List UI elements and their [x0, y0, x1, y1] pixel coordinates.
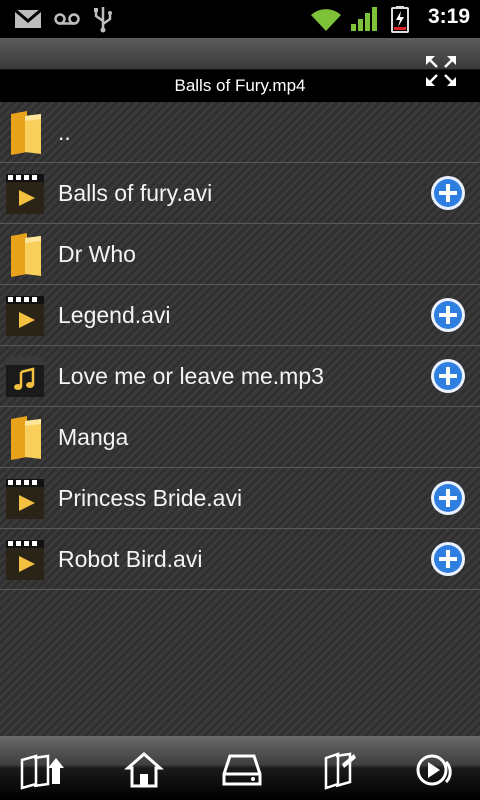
- audio-file-icon: [6, 357, 44, 397]
- folder-icon: [11, 111, 41, 155]
- home-icon[interactable]: [118, 750, 170, 790]
- signal-icon: [351, 7, 377, 31]
- add-to-playlist-icon[interactable]: [430, 297, 466, 333]
- list-item[interactable]: Robot Bird.avi: [0, 529, 480, 590]
- video-file-icon: [6, 296, 44, 336]
- video-file-icon: [6, 479, 44, 519]
- add-to-playlist-icon[interactable]: [430, 541, 466, 577]
- file-name: Robot Bird.avi: [58, 546, 203, 572]
- list-item[interactable]: Princess Bride.avi: [0, 468, 480, 529]
- file-name: Legend.avi: [58, 302, 171, 328]
- file-name: Manga: [58, 424, 129, 450]
- list-item[interactable]: Dr Who: [0, 224, 480, 285]
- list-item[interactable]: Manga: [0, 407, 480, 468]
- folder-up-icon[interactable]: [18, 750, 70, 790]
- file-name: Princess Bride.avi: [58, 485, 243, 511]
- file-name: ..: [58, 119, 71, 145]
- list-item[interactable]: ..: [0, 102, 480, 163]
- video-file-icon: [6, 174, 44, 214]
- bookmark-folder-icon[interactable]: [314, 750, 366, 790]
- voicemail-icon: [54, 13, 80, 25]
- folder-icon: [11, 233, 41, 277]
- wifi-icon: [311, 9, 341, 31]
- list-item[interactable]: Balls of fury.avi: [0, 163, 480, 224]
- file-name: Dr Who: [58, 241, 136, 267]
- add-to-playlist-icon[interactable]: [430, 358, 466, 394]
- file-name: Balls of fury.avi: [58, 180, 213, 206]
- add-to-playlist-icon[interactable]: [430, 480, 466, 516]
- drive-icon[interactable]: [216, 750, 268, 790]
- current-file-title: Balls of Fury.mp4: [174, 76, 306, 95]
- add-to-playlist-icon[interactable]: [430, 175, 466, 211]
- playlist-icon[interactable]: [412, 750, 464, 790]
- status-bar: 3:19: [0, 0, 480, 38]
- list-item[interactable]: Love me or leave me.mp3: [0, 346, 480, 407]
- bottom-toolbar: [0, 736, 480, 800]
- usb-icon: [94, 7, 112, 33]
- video-file-icon: [6, 540, 44, 580]
- list-item[interactable]: Legend.avi: [0, 285, 480, 346]
- battery-charging-icon: [391, 6, 409, 33]
- gmail-icon: [14, 9, 42, 28]
- title-bar: Balls of Fury.mp4: [0, 38, 480, 102]
- file-list: .. Balls of fury.avi Dr Who Legend.avi L…: [0, 102, 480, 736]
- file-name: Love me or leave me.mp3: [58, 363, 324, 389]
- clock: 3:19: [427, 5, 470, 28]
- folder-icon: [11, 416, 41, 460]
